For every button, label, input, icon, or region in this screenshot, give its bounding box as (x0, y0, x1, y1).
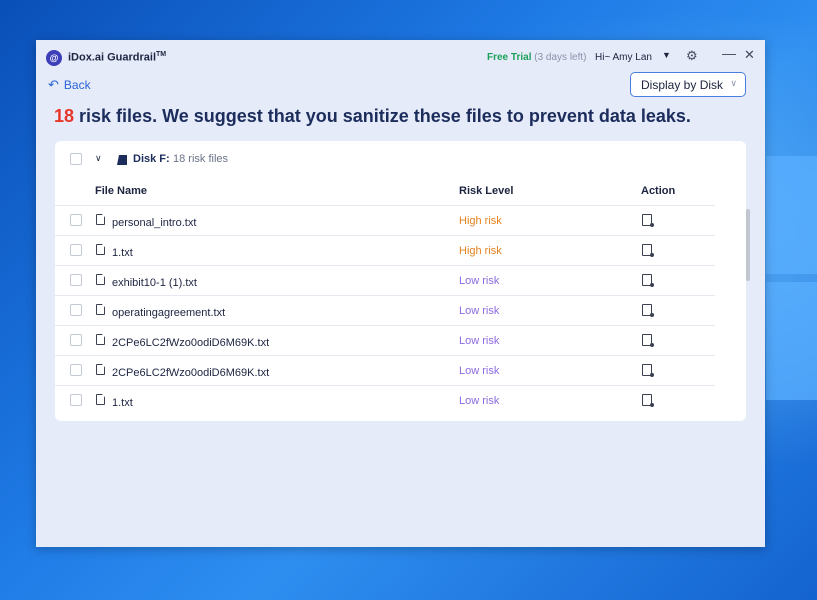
user-greeting[interactable]: Hi~ Amy Lan (595, 52, 652, 63)
risk-level: Low risk (459, 305, 500, 317)
row-checkbox[interactable] (70, 394, 82, 406)
chevron-down-icon: ∨ (730, 78, 737, 88)
file-name: 2CPe6LC2fWzo0odiD6M69K.txt (112, 367, 270, 379)
select-all-checkbox[interactable] (70, 153, 82, 165)
table-row[interactable]: 1.txt High risk (55, 235, 715, 265)
file-icon (96, 394, 105, 405)
app-logo-icon: @ (46, 50, 62, 66)
row-checkbox[interactable] (70, 274, 82, 286)
file-icon (96, 304, 105, 315)
app-name: iDox.ai GuardrailTM (68, 51, 167, 64)
file-icon (96, 334, 105, 345)
file-name: operatingagreement.txt (112, 307, 226, 319)
row-checkbox[interactable] (70, 334, 82, 346)
sanitize-action-icon[interactable] (642, 214, 654, 227)
trial-remaining: (3 days left) (534, 52, 587, 63)
risk-level: High risk (459, 245, 502, 257)
scrollbar-thumb[interactable] (746, 209, 750, 281)
risk-level: High risk (459, 215, 502, 227)
column-header-action: Action (641, 185, 676, 197)
risk-level: Low risk (459, 335, 500, 347)
file-icon (96, 364, 105, 375)
risk-file-count: 18 (54, 106, 75, 126)
back-label: Back (63, 78, 91, 92)
file-name: 1.txt (112, 247, 133, 259)
row-checkbox[interactable] (70, 304, 82, 316)
column-header-risk-level: Risk Level (459, 185, 514, 197)
sanitize-action-icon[interactable] (642, 274, 654, 287)
close-icon[interactable]: ✕ (744, 47, 755, 63)
page-title: 18 risk files. We suggest that you sanit… (54, 106, 691, 127)
desktop-logo-pane-bottom (766, 282, 817, 400)
app-window: @ iDox.ai GuardrailTM Free Trial (3 days… (36, 40, 765, 547)
title-bar: @ iDox.ai GuardrailTM Free Trial (3 days… (36, 40, 765, 74)
row-checkbox[interactable] (70, 214, 82, 226)
back-button[interactable]: ↶ Back (48, 77, 91, 93)
display-select-value: Display by Disk (641, 78, 724, 92)
file-list-panel: ∨ Disk F: 18 risk files File Name Risk L… (55, 141, 750, 421)
risk-level: Low risk (459, 365, 500, 377)
sanitize-action-icon[interactable] (642, 334, 654, 347)
headline-text: risk files. We suggest that you sanitize… (74, 106, 691, 126)
table-row[interactable]: exhibit10-1 (1).txt Low risk (55, 265, 715, 295)
table-row[interactable]: 2CPe6LC2fWzo0odiD6M69K.txt Low risk (55, 325, 715, 355)
file-icon (96, 274, 105, 285)
row-checkbox[interactable] (70, 364, 82, 376)
file-icon (96, 214, 105, 225)
sanitize-action-icon[interactable] (642, 394, 654, 407)
sanitize-action-icon[interactable] (642, 244, 654, 257)
minimize-icon[interactable]: — (722, 45, 736, 61)
desktop-logo-pane-top (766, 156, 817, 274)
table-row[interactable]: 2CPe6LC2fWzo0odiD6M69K.txt Low risk (55, 355, 715, 385)
row-checkbox[interactable] (70, 244, 82, 256)
sanitize-action-icon[interactable] (642, 364, 654, 377)
collapse-chevron-icon[interactable]: ∨ (95, 153, 102, 164)
sanitize-action-icon[interactable] (642, 304, 654, 317)
disk-icon (117, 155, 127, 165)
gear-icon[interactable]: ⚙ (686, 48, 698, 64)
file-name: personal_intro.txt (112, 217, 197, 229)
risk-level: Low risk (459, 275, 500, 287)
column-header-file-name: File Name (95, 185, 147, 197)
back-arrow-icon: ↶ (48, 77, 59, 92)
caret-down-icon[interactable]: ▼ (662, 50, 671, 60)
disk-label: Disk F: (133, 153, 170, 165)
table-row[interactable]: personal_intro.txt High risk (55, 205, 715, 235)
trial-label: Free Trial (487, 52, 532, 63)
file-name: 1.txt (112, 397, 133, 409)
trial-status: Free Trial (3 days left) (487, 52, 587, 63)
disk-risk-count: 18 risk files (173, 153, 229, 165)
file-name: exhibit10-1 (1).txt (112, 277, 197, 289)
table-row[interactable]: 1.txt Low risk (55, 385, 715, 415)
display-by-select[interactable]: Display by Disk ∨ (630, 72, 746, 97)
risk-level: Low risk (459, 395, 500, 407)
table-row[interactable]: operatingagreement.txt Low risk (55, 295, 715, 325)
file-name: 2CPe6LC2fWzo0odiD6M69K.txt (112, 337, 270, 349)
file-icon (96, 244, 105, 255)
